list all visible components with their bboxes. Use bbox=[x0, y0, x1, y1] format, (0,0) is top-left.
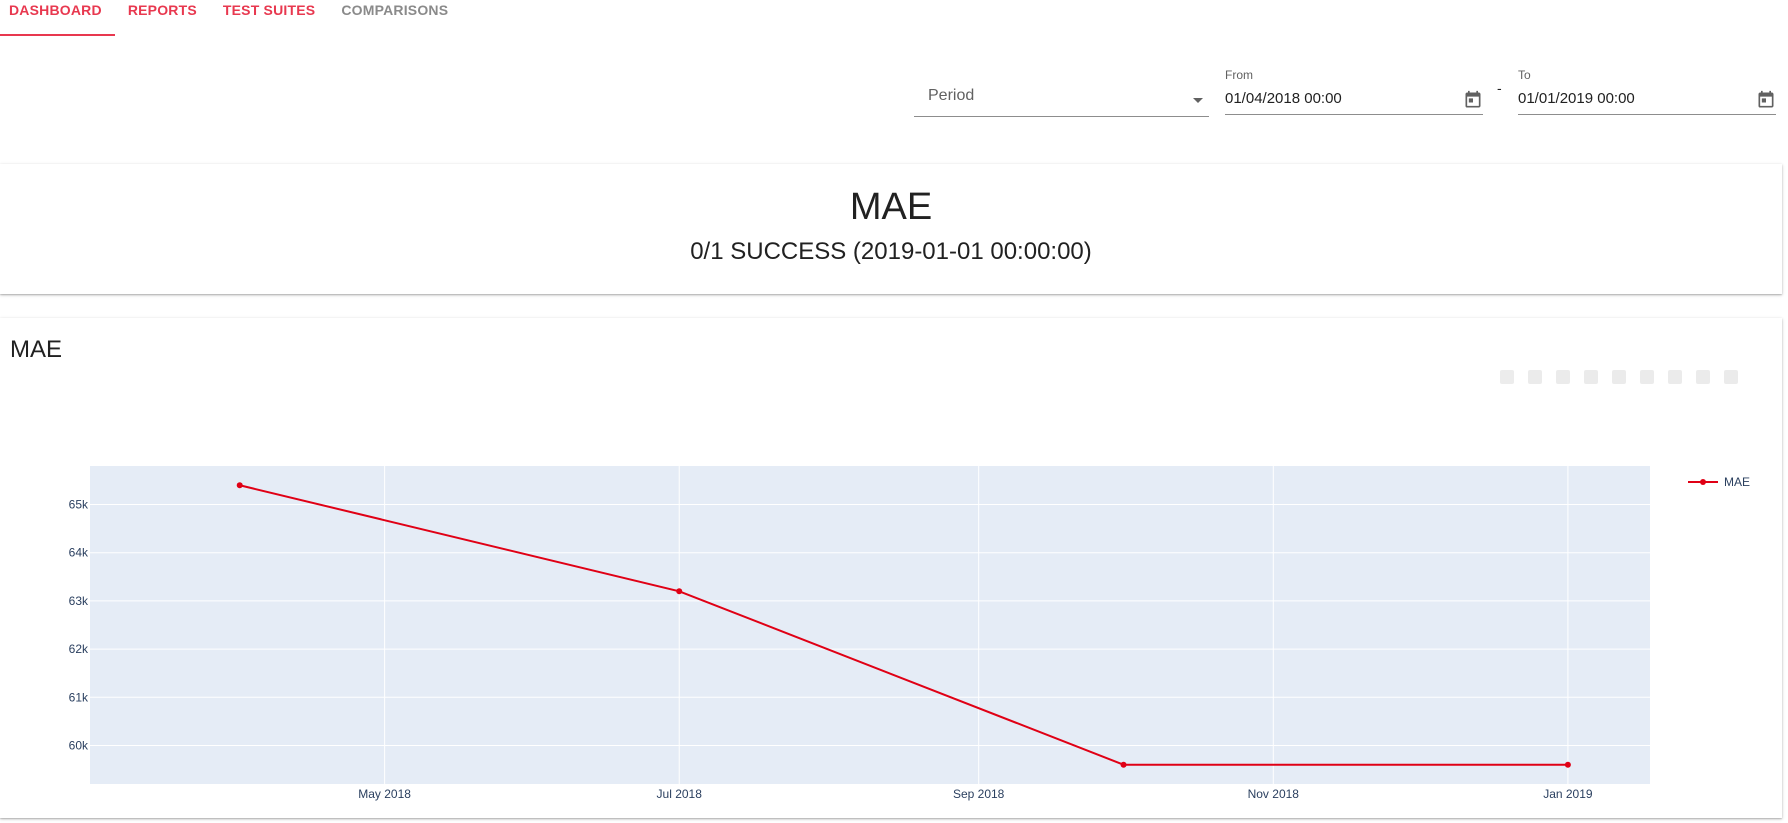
data-point bbox=[1564, 761, 1571, 768]
box-select-icon[interactable] bbox=[1584, 370, 1598, 384]
y-tick-label: 63k bbox=[69, 594, 89, 608]
summary-title: MAE bbox=[849, 186, 933, 228]
tab-comparisons[interactable]: COMPARISONS bbox=[328, 0, 461, 36]
tab-comparisons-label: COMPARISONS bbox=[341, 2, 449, 18]
calendar-icon[interactable] bbox=[1756, 90, 1776, 110]
y-tick-label: 60k bbox=[69, 738, 89, 752]
reset-axes-icon[interactable] bbox=[1724, 370, 1738, 384]
tab-reports-label: REPORTS bbox=[127, 2, 197, 18]
from-date-label: From bbox=[1225, 68, 1253, 82]
to-date-field: To 01/01/2019 00:00 bbox=[1518, 68, 1776, 116]
y-tick-label: 64k bbox=[69, 546, 89, 560]
x-tick-label: Nov 2018 bbox=[1248, 787, 1300, 801]
summary-card: MAE 0/1 SUCCESS (2019-01-01 00:00:00) bbox=[0, 164, 1782, 294]
x-tick-label: Sep 2018 bbox=[953, 787, 1005, 801]
chart-card: MAE 60k 61k 62k 63k 64k 65k May 2018 Jul 2018 S… bbox=[0, 318, 1782, 818]
chart-legend[interactable]: MAE bbox=[1688, 475, 1750, 489]
active-tab-indicator bbox=[0, 34, 115, 36]
y-axis-ticks: 60k 61k 62k 63k 64k 65k bbox=[69, 498, 89, 753]
mae-line-chart[interactable]: 60k 61k 62k 63k 64k 65k May 2018 Jul 2018 Sep 2… bbox=[0, 318, 1782, 818]
from-date-input[interactable]: 01/04/2018 00:00 bbox=[1225, 84, 1483, 115]
pan-icon[interactable] bbox=[1556, 370, 1570, 384]
plot-background bbox=[90, 466, 1650, 784]
x-tick-label: Jul 2018 bbox=[657, 787, 703, 801]
chevron-down-icon bbox=[1193, 98, 1203, 103]
data-point bbox=[676, 588, 683, 595]
data-point bbox=[1120, 761, 1127, 768]
to-date-input[interactable]: 01/01/2019 00:00 bbox=[1518, 84, 1776, 115]
y-tick-label: 65k bbox=[69, 498, 89, 512]
x-tick-label: May 2018 bbox=[358, 787, 411, 801]
tab-reports[interactable]: REPORTS bbox=[115, 0, 210, 36]
nav-tabs: DASHBOARD REPORTS TEST SUITES COMPARISON… bbox=[0, 0, 461, 36]
camera-icon[interactable] bbox=[1500, 370, 1514, 384]
lasso-icon[interactable] bbox=[1612, 370, 1626, 384]
period-select[interactable]: Period bbox=[914, 76, 1209, 117]
y-tick-label: 62k bbox=[69, 642, 89, 656]
tab-dashboard-label: DASHBOARD bbox=[9, 2, 102, 18]
period-select-label: Period bbox=[928, 87, 975, 104]
tab-dashboard[interactable]: DASHBOARD bbox=[0, 0, 115, 36]
x-tick-label: Jan 2019 bbox=[1543, 787, 1593, 801]
from-date-field: From 01/04/2018 00:00 bbox=[1225, 68, 1483, 116]
y-tick-label: 61k bbox=[69, 690, 89, 704]
chart-title: MAE bbox=[10, 336, 63, 363]
x-axis-ticks: May 2018 Jul 2018 Sep 2018 Nov 2018 Jan 2019 bbox=[358, 787, 1593, 801]
summary-status: 0/1 SUCCESS (2019-01-01 00:00:00) bbox=[690, 238, 1092, 265]
date-range-separator: - bbox=[1497, 80, 1502, 96]
legend-swatch-marker bbox=[1700, 479, 1706, 485]
tab-test-suites[interactable]: TEST SUITES bbox=[210, 0, 328, 36]
zoom-out-icon[interactable] bbox=[1668, 370, 1682, 384]
autoscale-icon[interactable] bbox=[1696, 370, 1710, 384]
zoom-icon[interactable] bbox=[1528, 370, 1542, 384]
chart-modebar[interactable] bbox=[1500, 370, 1770, 390]
to-date-label: To bbox=[1518, 68, 1531, 82]
data-point bbox=[236, 482, 243, 489]
legend-label: MAE bbox=[1724, 475, 1750, 489]
plot-area bbox=[90, 466, 1650, 784]
zoom-in-icon[interactable] bbox=[1640, 370, 1654, 384]
calendar-icon[interactable] bbox=[1463, 90, 1483, 110]
tab-test-suites-label: TEST SUITES bbox=[222, 2, 316, 18]
